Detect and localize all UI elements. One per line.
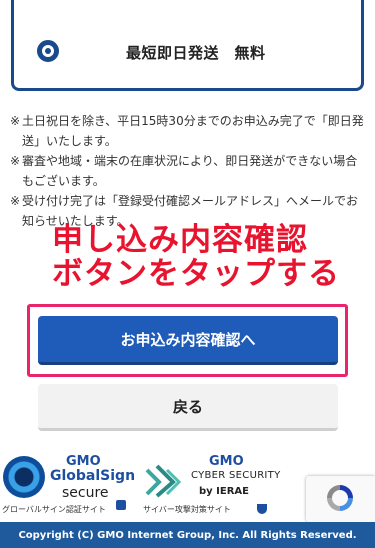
cybersecurity-brand: GMO	[209, 454, 244, 469]
footer-copyright: Copyright (C) GMO Internet Group, Inc. A…	[0, 522, 375, 548]
note-mark: ※	[10, 114, 21, 128]
note-item: ※ 土日祝日を除き、平日15時30分までのお申込み完了で「即日発送」いたします。	[10, 111, 365, 151]
cybersecurity-by: by IERAE	[199, 486, 249, 497]
recaptcha-icon	[327, 485, 353, 511]
globalsign-caption: グローバルサイン認証サイト	[2, 505, 106, 514]
recaptcha-badge[interactable]	[306, 476, 375, 522]
radio-selected-icon[interactable]	[37, 40, 59, 62]
confirm-application-button[interactable]: お申込み内容確認へ	[38, 316, 338, 365]
globalsign-secure: secure	[62, 485, 109, 501]
instruction-line-2: ボタンをタップする	[52, 256, 340, 292]
shipping-option-label: 最短即日発送 無料	[126, 44, 266, 62]
cybersecurity-name: CYBER SECURITY	[191, 470, 281, 481]
note-mark: ※	[10, 154, 21, 168]
back-button[interactable]: 戻る	[38, 384, 338, 431]
globalsign-seal[interactable]: GMO GlobalSign secure グローバルサイン認証サイト	[0, 452, 135, 520]
note-mark: ※	[10, 194, 21, 208]
globalsign-brand: GMO	[66, 454, 101, 469]
cybersecurity-caption: サイバー攻撃対策サイト	[143, 505, 231, 514]
notes-list: ※ 土日祝日を除き、平日15時30分までのお申込み完了で「即日発送」いたします。…	[10, 111, 365, 231]
note-text: 土日祝日を除き、平日15時30分までのお申込み完了で「即日発送」いたします。	[22, 114, 364, 148]
instruction-line-1: 申し込み内容確認	[52, 222, 308, 258]
instruction-annotation: 申し込み内容確認 ボタンをタップする	[52, 223, 340, 291]
globalsign-name: GlobalSign	[50, 468, 136, 484]
note-item: ※ 審査や地域・端末の在庫状況により、即日発送ができない場合もございます。	[10, 151, 365, 191]
cybersecurity-logo-icon	[145, 464, 181, 498]
lock-icon	[116, 500, 126, 510]
cybersecurity-seal[interactable]: GMO CYBER SECURITY by IERAE サイバー攻撃対策サイト	[143, 452, 283, 520]
globalsign-logo-icon	[3, 456, 45, 498]
shield-icon	[257, 504, 267, 514]
note-text: 審査や地域・端末の在庫状況により、即日発送ができない場合もございます。	[22, 154, 358, 188]
shipping-option-card[interactable]: 最短即日発送 無料	[11, 0, 364, 91]
